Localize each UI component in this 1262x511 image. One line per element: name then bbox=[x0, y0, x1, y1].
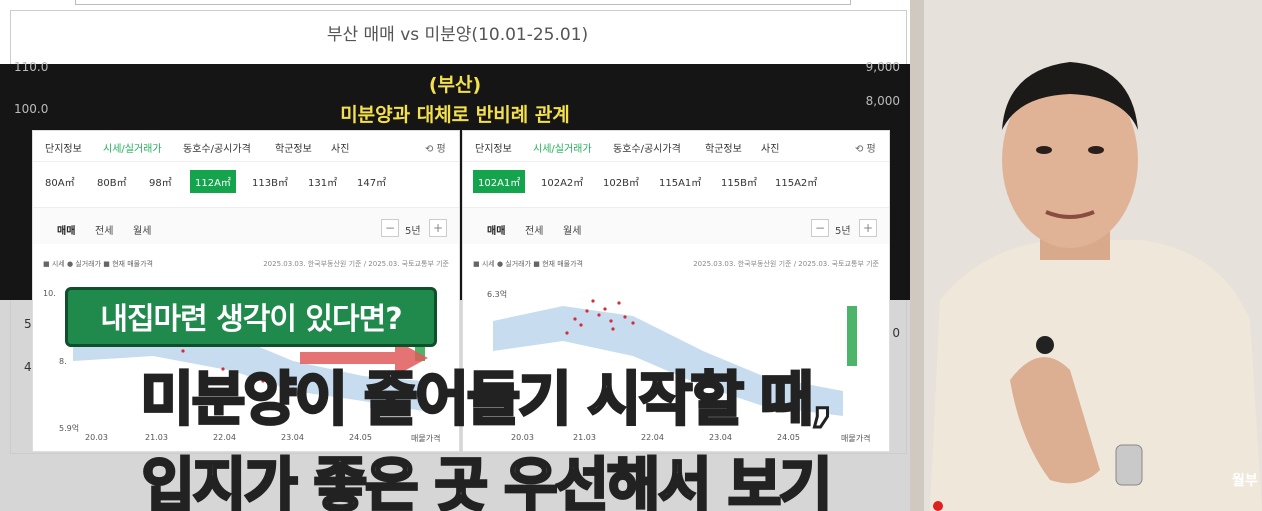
subtitle-line-2: 입지가 좋은 곳 우선해서 보기 bbox=[140, 450, 834, 511]
period-value: 5년 bbox=[835, 226, 851, 237]
period-minus-button[interactable]: − bbox=[381, 219, 399, 237]
tab-unit-price[interactable]: 동호수/공시가격 bbox=[183, 140, 251, 155]
unit-type-item[interactable]: 98㎡ bbox=[149, 174, 172, 189]
region-caption: (부산) bbox=[428, 74, 482, 96]
deal-type-bar: 매매 전세 월세 − 5년 + bbox=[33, 207, 459, 244]
unit-type-item[interactable]: 80A㎡ bbox=[45, 174, 75, 189]
tab-price[interactable]: 시세/실거래가 bbox=[533, 140, 592, 155]
tab-complex-info[interactable]: 단지정보 bbox=[475, 140, 512, 155]
chart-title: 부산 매매 vs 미분양(10.01-25.01) bbox=[326, 25, 589, 45]
tab-unit-price[interactable]: 동호수/공시가격 bbox=[613, 140, 681, 155]
tab-photos[interactable]: 사진 bbox=[761, 140, 779, 155]
period-plus-button[interactable]: + bbox=[429, 219, 447, 237]
tab-sale[interactable]: 매매 bbox=[487, 222, 505, 237]
channel-watermark: 월부 bbox=[1232, 473, 1258, 489]
unit-type-item[interactable]: 115A1㎡ bbox=[659, 174, 701, 189]
tab-jeonse[interactable]: 전세 bbox=[95, 222, 113, 237]
y-axis-label: 6.3억 bbox=[487, 290, 508, 299]
tab-monthly[interactable]: 월세 bbox=[133, 222, 151, 237]
y-axis-label: 10. bbox=[43, 289, 56, 298]
tab-monthly[interactable]: 월세 bbox=[563, 222, 581, 237]
deal-type-bar: 매매 전세 월세 − 5년 + bbox=[463, 207, 889, 244]
subtitle-line-1: 미분양이 줄어들기 시작할 때, bbox=[139, 364, 835, 435]
unit-type-list: 80A㎡ 80B㎡ 98㎡ 112A㎡ 113B㎡ 131㎡ 147㎡ bbox=[33, 167, 459, 197]
unit-type-item-selected[interactable]: 102A1㎡ bbox=[473, 170, 526, 193]
tab-jeonse[interactable]: 전세 bbox=[525, 222, 543, 237]
presenter-figure bbox=[910, 0, 1262, 511]
tab-school[interactable]: 학군정보 bbox=[705, 140, 742, 155]
period-minus-button[interactable]: − bbox=[811, 219, 829, 237]
unit-toggle-button[interactable]: ⟲ 평 bbox=[855, 140, 876, 155]
unit-type-item[interactable]: 102B㎡ bbox=[603, 174, 639, 189]
unit-type-item[interactable]: 131㎡ bbox=[308, 174, 337, 189]
relation-caption: 미분양과 대체로 반비례 관계 bbox=[340, 104, 570, 126]
unit-type-list: 102A1㎡ 102A2㎡ 102B㎡ 115A1㎡ 115B㎡ 115A2㎡ bbox=[463, 167, 889, 197]
question-caption: 내집마련 생각이 있다면? bbox=[100, 302, 402, 337]
period-plus-button[interactable]: + bbox=[859, 219, 877, 237]
tab-photos[interactable]: 사진 bbox=[331, 140, 349, 155]
tab-school[interactable]: 학군정보 bbox=[275, 140, 312, 155]
unit-type-item-selected[interactable]: 112A㎡ bbox=[190, 170, 236, 193]
unit-type-item[interactable]: 147㎡ bbox=[357, 174, 386, 189]
unit-type-item[interactable]: 102A2㎡ bbox=[541, 174, 583, 189]
period-value: 5년 bbox=[405, 226, 421, 237]
unit-toggle-button[interactable]: ⟲ 평 bbox=[425, 140, 446, 155]
unit-type-item[interactable]: 115A2㎡ bbox=[775, 174, 817, 189]
unit-type-item[interactable]: 115B㎡ bbox=[721, 174, 757, 189]
tab-sale[interactable]: 매매 bbox=[57, 222, 75, 237]
panel-tabs: 단지정보 시세/실거래가 동호수/공시가격 학군정보 사진 ⟲ 평 bbox=[33, 131, 459, 162]
chart-legend: ■ 시세 ● 실거래가 ■ 현재 매물가격 bbox=[473, 260, 583, 268]
left-axis-label: 5 bbox=[24, 317, 32, 331]
chart-legend: ■ 시세 ● 실거래가 ■ 현재 매물가격 bbox=[43, 260, 153, 268]
data-source-note: 2025.03.03. 한국부동산원 기준 / 2025.03. 국토교통부 기… bbox=[263, 260, 449, 268]
tab-complex-info[interactable]: 단지정보 bbox=[45, 140, 82, 155]
panel-tabs: 단지정보 시세/실거래가 동호수/공시가격 학군정보 사진 ⟲ 평 bbox=[463, 131, 889, 162]
unit-type-item[interactable]: 113B㎡ bbox=[252, 174, 288, 189]
presentation-slide: 부산 매매 vs 미분양(10.01-25.01) 110.0 100.0 5 … bbox=[0, 0, 910, 511]
left-axis-label: 4 bbox=[24, 360, 32, 374]
unit-type-item[interactable]: 80B㎡ bbox=[97, 174, 127, 189]
slide-top-box bbox=[75, 0, 851, 5]
presenter-video bbox=[910, 0, 1262, 511]
data-source-note: 2025.03.03. 한국부동산원 기준 / 2025.03. 국토교통부 기… bbox=[693, 260, 879, 268]
tab-price[interactable]: 시세/실거래가 bbox=[103, 140, 162, 155]
